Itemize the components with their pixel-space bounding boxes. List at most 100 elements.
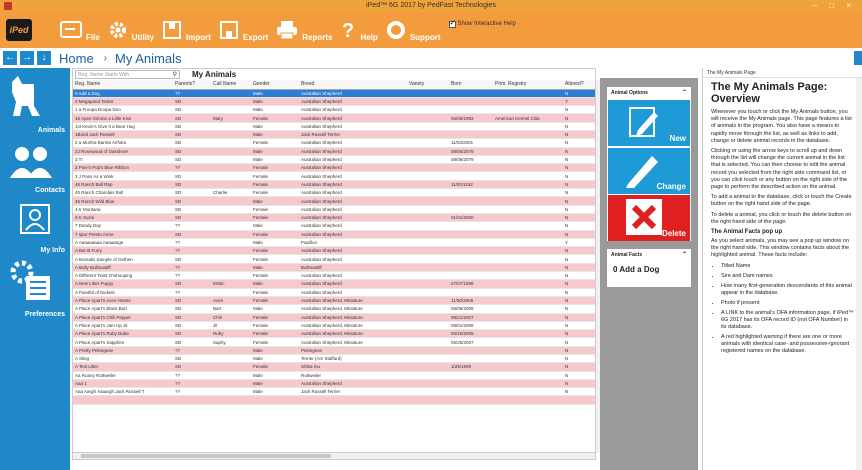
help-scrollbar[interactable] bbox=[856, 78, 862, 470]
table-row[interactable] bbox=[73, 395, 595, 405]
export-button[interactable]: Export bbox=[219, 12, 268, 48]
horizontal-scrollbar[interactable] bbox=[73, 452, 595, 459]
sidebar-item-contacts[interactable]: Contacts bbox=[0, 140, 70, 198]
table-row[interactable]: A Place Apart's Black Bart SD Bart Male Aust… bbox=[73, 304, 595, 314]
table-cell: Male bbox=[251, 196, 299, 206]
sidebar-item-animals[interactable]: Animals bbox=[0, 68, 70, 140]
table-row[interactable]: 3 Pine's Pop's Blue Ribbon?? Female Austra… bbox=[73, 163, 595, 173]
table-row[interactable]: 4-Ir Suzie SD Female Australian Shepherd 01/… bbox=[73, 213, 595, 223]
table-row[interactable]: A Bully Bullmastiff?? Male Bullmastiff N bbox=[73, 263, 595, 273]
scrollbar-thumb[interactable] bbox=[81, 454, 331, 458]
forward-arrow-icon[interactable]: → bbox=[20, 51, 34, 65]
table-row[interactable]: A Bar B Furry?? Female Australian Shepherd… bbox=[73, 246, 595, 256]
delete-button[interactable]: Delete bbox=[608, 195, 690, 241]
column-header[interactable]: Call Name bbox=[211, 80, 251, 90]
table-cell: 7 Dandy Day bbox=[73, 221, 173, 231]
chevron-up-icon[interactable]: ⌃ bbox=[682, 89, 687, 96]
table-cell bbox=[407, 313, 449, 322]
reports-button[interactable]: Reports bbox=[276, 12, 332, 48]
table-cell bbox=[493, 263, 563, 273]
sidebar-item-my-info[interactable]: My Info bbox=[0, 198, 70, 256]
table-row[interactable]: A Place Apart's Chili Pepper SD Chili Femal… bbox=[73, 313, 595, 322]
show-interactive-help-checkbox[interactable]: Show Interactive Help bbox=[448, 19, 516, 28]
table-row[interactable]: 1 a Froopa Doopa Doo SD Male Australian She… bbox=[73, 105, 595, 115]
table-cell: Female bbox=[251, 321, 299, 331]
table-cell: A Place Apart's Chili Pepper bbox=[73, 313, 173, 322]
navbar-right-handle[interactable] bbox=[854, 51, 862, 65]
window-controls[interactable]: – □ × bbox=[813, 0, 856, 12]
table-cell bbox=[493, 371, 563, 380]
table-cell bbox=[449, 97, 493, 107]
sidebar-item-preferences[interactable]: Preferences bbox=[0, 256, 70, 318]
change-button[interactable]: Change bbox=[608, 148, 690, 194]
column-header[interactable]: Reg. Name bbox=[73, 80, 173, 90]
file-button[interactable]: File bbox=[60, 12, 100, 48]
table-row[interactable]: A Pretty Pekingese?? Male Pekingese N bbox=[73, 346, 595, 356]
table-row[interactable]: 45 Ranch Bull Rap SD Female Australian Shep… bbox=[73, 180, 595, 190]
table-row[interactable]: A Place Apart's Ruby Dube SD Ruby Female Aus… bbox=[73, 329, 595, 339]
table-row[interactable]: Aaa Aargh Aaaargh Jack Russell T?? Male Ja… bbox=[73, 387, 595, 397]
table-cell bbox=[493, 296, 563, 306]
table-cell: Australian Shepherd, Miniature bbox=[299, 304, 407, 314]
table-row[interactable]: 16 Apex Gimme a Little Kiss SD Mary Female A… bbox=[73, 113, 595, 123]
reg-name-search-input[interactable]: Reg. Name Starts With ⚲ bbox=[75, 70, 180, 79]
table-row[interactable]: 3 J Pass As a Wink SD Female Australian She… bbox=[73, 171, 595, 181]
table-cell: SD bbox=[173, 171, 211, 181]
table-row[interactable]: 2J Rosewood of Oakshore SD Male Australian … bbox=[73, 147, 595, 156]
table-row[interactable]: 45 Ranch Charolais Bull SD Charlie Female Au… bbox=[73, 188, 595, 198]
table-row[interactable]: A Place Apart's Jam Up Jil SD Jil Female Aus… bbox=[73, 321, 595, 331]
column-header[interactable]: Gender bbox=[251, 80, 299, 90]
table-cell bbox=[299, 395, 407, 405]
table-row[interactable]: A Sling SD Male Terrier (Am Staffard) N bbox=[73, 354, 595, 364]
table-row[interactable]: 1Bond Jack Russell SD Male Jack Russell Ter… bbox=[73, 130, 595, 140]
table-cell bbox=[449, 221, 493, 231]
table-row[interactable]: 1st Kevin's Give It a Bear Hug SD Male Aust… bbox=[73, 122, 595, 132]
table-row[interactable]: Aaa 1?? Male Australian Shepherd N bbox=[73, 379, 595, 389]
help-button[interactable]: ? Help bbox=[340, 12, 377, 48]
column-header[interactable]: Altered? bbox=[563, 80, 595, 90]
table-row[interactable]: A Test Litter SD Female Shiba Inu 1/25/1999 N bbox=[73, 362, 595, 372]
table-cell bbox=[449, 89, 493, 98]
table-cell bbox=[449, 130, 493, 140]
table-row[interactable]: 4-Ir Montana SD Female Australian Shepherd N bbox=[73, 205, 595, 214]
table-row[interactable]: Aa Roany Rottweiler?? Male Rottweiler N bbox=[73, 371, 595, 380]
table-cell bbox=[449, 205, 493, 214]
table-row[interactable]: 2 a Murtha Barrita Airfoka SD Female Austra… bbox=[73, 138, 595, 148]
utility-button[interactable]: Utility bbox=[108, 12, 154, 48]
back-arrow-icon[interactable]: ← bbox=[3, 51, 17, 65]
table-row[interactable]: A Place Apart's Aces Hearts SD Aces Female A… bbox=[73, 296, 595, 306]
table-cell bbox=[493, 230, 563, 239]
table-cell bbox=[407, 354, 449, 364]
column-header[interactable]: Parents? bbox=[173, 80, 211, 90]
search-icon[interactable]: ⚲ bbox=[173, 71, 177, 79]
animals-table: Reg. Name Parents? Call Name Gender Breed Var… bbox=[73, 80, 595, 405]
table-row[interactable]: 0 Megapand Tester SD Male Australian Shephe… bbox=[73, 97, 595, 107]
table-cell bbox=[211, 138, 251, 148]
table-cell bbox=[211, 105, 251, 115]
table-row[interactable]: 7 spur Presto Arme SD Female Australian She… bbox=[73, 230, 595, 239]
table-row[interactable]: A Paintful of Nickels?? Female Australian … bbox=[73, 288, 595, 297]
table-row[interactable]: 7 Dandy Day?? Male Australian Shepherd N bbox=[73, 221, 595, 231]
new-button[interactable]: New bbox=[608, 100, 690, 146]
down-arrow-icon[interactable]: ↓ bbox=[37, 51, 51, 65]
table-row[interactable]: A Place Apart's Sapphire SD Saphy Female Aus… bbox=[73, 337, 595, 347]
table-row[interactable]: A Borealis Sample of Gethen SD Female Austr… bbox=[73, 254, 595, 264]
column-header[interactable]: Born bbox=[449, 80, 493, 90]
column-header[interactable]: Breed bbox=[299, 80, 407, 90]
table-cell: Australian Shepherd, Miniature bbox=[299, 321, 407, 331]
table-row[interactable]: 0 Add a Dog?? Male Australian Shepherd N bbox=[73, 89, 595, 98]
column-header[interactable]: Variety bbox=[407, 80, 449, 90]
table-row[interactable]: 45 Ranch Wild Blue SD Male Australian Sheph… bbox=[73, 196, 595, 206]
table-row[interactable]: A Different Twist O'whooping?? Female Aust… bbox=[73, 271, 595, 281]
chevron-up-icon[interactable]: ⌃ bbox=[682, 251, 687, 258]
table-row[interactable]: 3 T! SD Male Australian Shepherd 08/09/2079 N bbox=[73, 155, 595, 165]
table-row[interactable]: A New Litter Puppy SD Mistic Male Australian… bbox=[73, 279, 595, 289]
support-button[interactable]: Support bbox=[386, 12, 441, 48]
import-button[interactable]: Import bbox=[162, 12, 211, 48]
column-header[interactable]: Prim. Registry bbox=[493, 80, 563, 90]
table-cell: SD bbox=[173, 196, 211, 206]
table-row[interactable]: A Aaaaaaaaa Aaaaange?? Male Papillon Y bbox=[73, 238, 595, 248]
breadcrumb-home[interactable]: Home bbox=[59, 51, 94, 66]
checkbox-checked-icon[interactable] bbox=[448, 19, 456, 28]
table-cell: Australian Shepherd bbox=[299, 254, 407, 264]
